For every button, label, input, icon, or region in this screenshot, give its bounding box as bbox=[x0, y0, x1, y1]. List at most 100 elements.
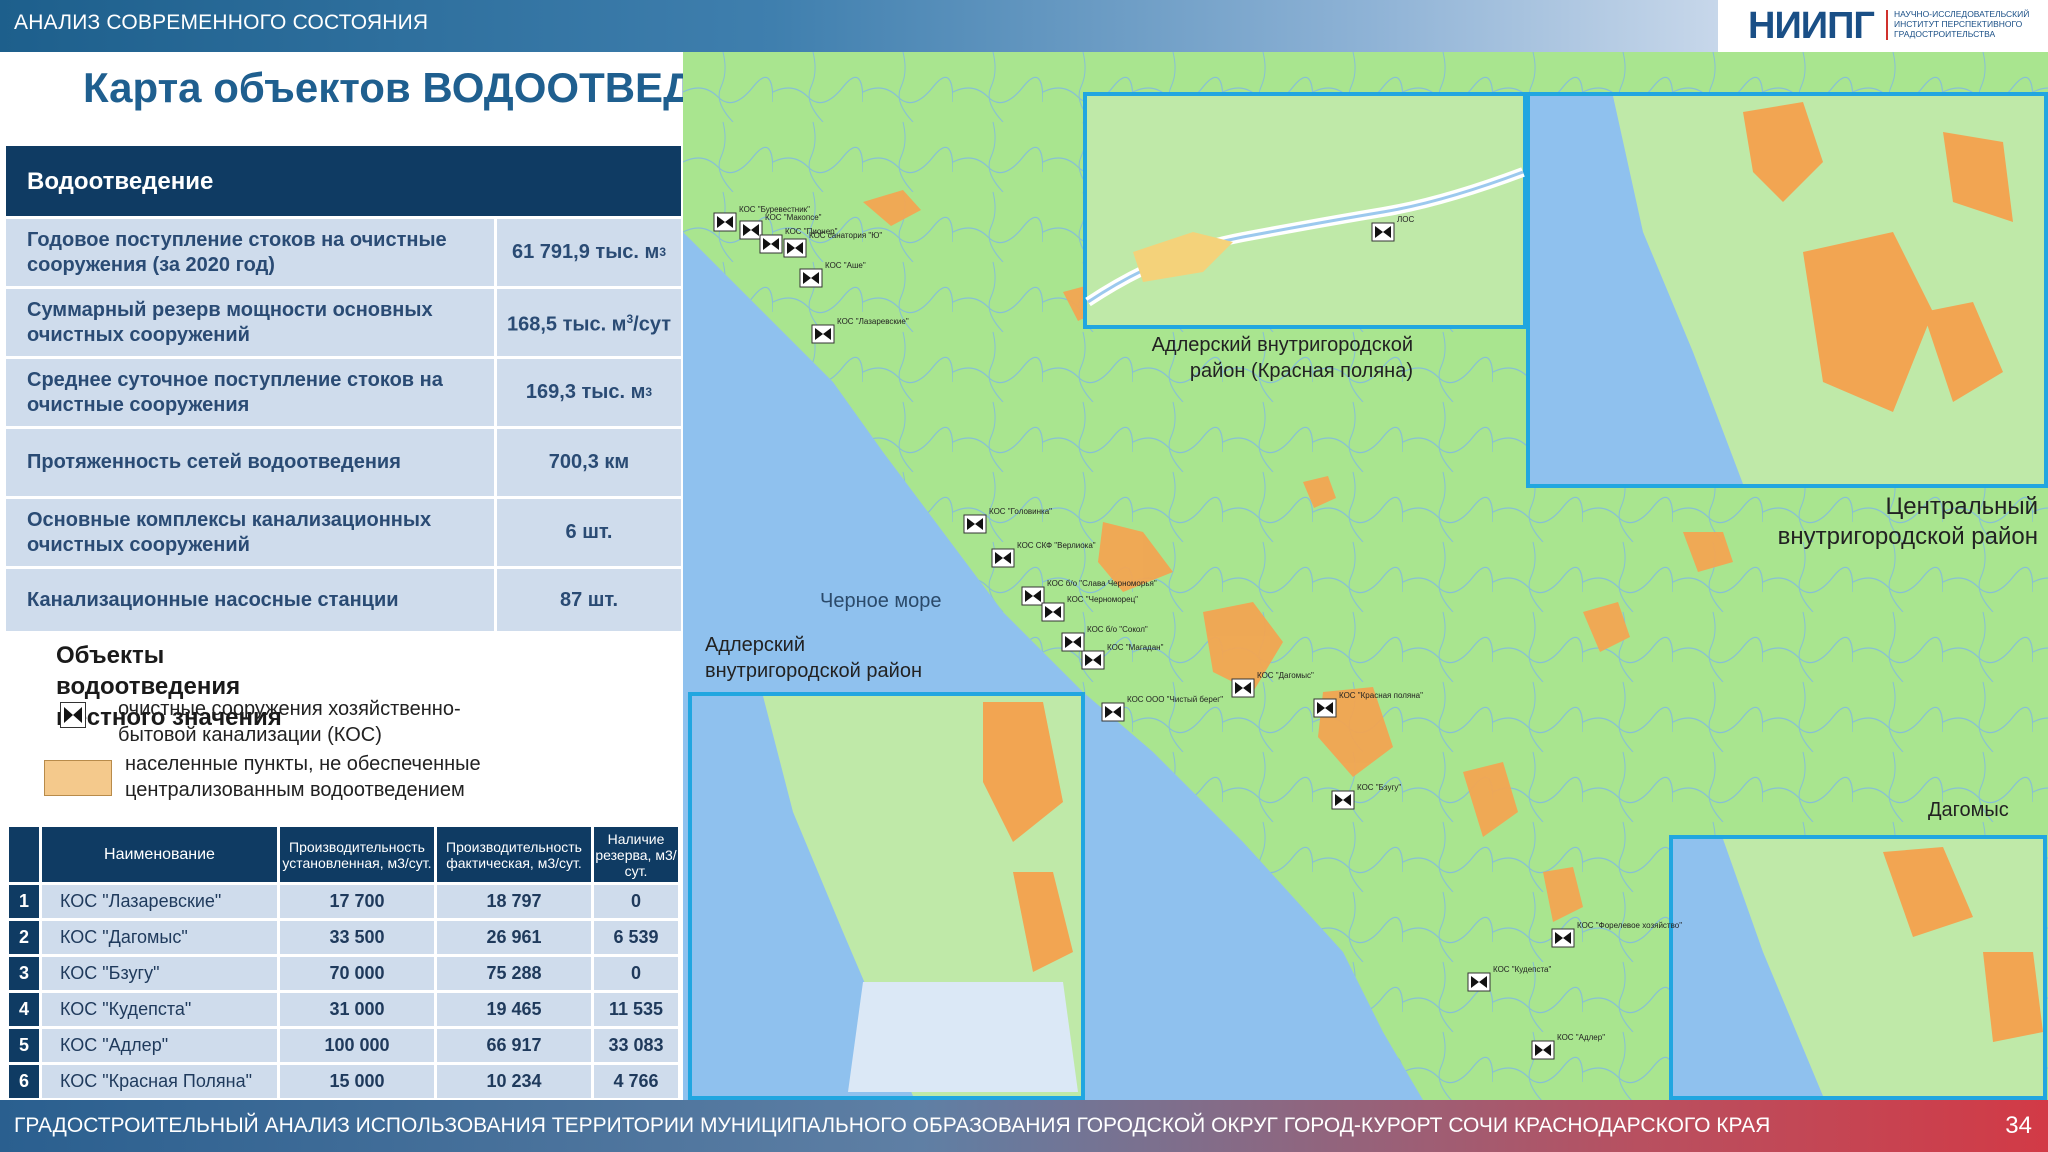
row-actual: 26 961 bbox=[437, 921, 591, 954]
row-reserve: 11 535 bbox=[594, 993, 678, 1026]
summary-row: Основные комплексы канализационных очист… bbox=[6, 499, 681, 566]
summary-value: 168,5 тыс. м3/сут bbox=[497, 289, 681, 356]
table-row: 2 КОС "Дагомыс" 33 500 26 961 6 539 bbox=[9, 921, 678, 954]
summary-label: Среднее суточное поступление стоков на о… bbox=[6, 359, 494, 426]
summary-value: 87 шт. bbox=[497, 569, 681, 631]
table-row: 4 КОС "Кудепста" 31 000 19 465 11 535 bbox=[9, 993, 678, 1026]
row-index: 6 bbox=[9, 1065, 39, 1098]
kos-marker-label: КОС "Форелевое хозяйство" bbox=[1577, 921, 1682, 930]
summary-label: Суммарный резерв мощности основных очист… bbox=[6, 289, 494, 356]
summary-value: 6 шт. bbox=[497, 499, 681, 566]
kos-marker-label: КОС "Макопсе" bbox=[765, 213, 822, 222]
footer-bar: ГРАДОСТРОИТЕЛЬНЫЙ АНАЛИЗ ИСПОЛЬЗОВАНИЯ Т… bbox=[0, 1100, 2048, 1152]
map[interactable]: КОС "Буревестник" КОС "Макопсе" КОС "Пионе… bbox=[683, 52, 2048, 1100]
summary-value: 700,3 км bbox=[497, 429, 681, 496]
table-header-row: Наименование Производительность установл… bbox=[9, 827, 678, 882]
reserve-header: Наличие резерва, м3/сут. bbox=[594, 827, 678, 882]
row-reserve: 4 766 bbox=[594, 1065, 678, 1098]
row-index: 1 bbox=[9, 885, 39, 918]
kos-table: Наименование Производительность установл… bbox=[6, 824, 681, 1101]
region-label-krasnaya-polyana: Адлерский внутригородской район (Красная… bbox=[1151, 334, 1413, 382]
row-name: КОС "Адлер" bbox=[42, 1029, 277, 1062]
kos-marker-label: КОС "Кудепста" bbox=[1493, 965, 1552, 974]
row-installed: 70 000 bbox=[280, 957, 434, 990]
row-installed: 100 000 bbox=[280, 1029, 434, 1062]
summary-label: Канализационные насосные станции bbox=[6, 569, 494, 631]
summary-row: Протяженность сетей водоотведения 700,3 … bbox=[6, 429, 681, 496]
kos-marker-label: КОС санатория "Ю" bbox=[809, 231, 882, 240]
row-index: 4 bbox=[9, 993, 39, 1026]
footer-text: ГРАДОСТРОИТЕЛЬНЫЙ АНАЛИЗ ИСПОЛЬЗОВАНИЯ Т… bbox=[14, 1114, 1771, 1137]
summary-row: Годовое поступление стоков на очистные с… bbox=[6, 219, 681, 286]
logo-separator bbox=[1886, 10, 1888, 40]
region-label-adler: Адлерский внутригородской район bbox=[705, 634, 922, 682]
kos-marker-label: КОС б/о "Сокол" bbox=[1087, 625, 1148, 634]
region-label-dagomys: Дагомыс bbox=[1928, 799, 2009, 821]
row-installed: 33 500 bbox=[280, 921, 434, 954]
kos-marker-label: КОС "Бзугу" bbox=[1357, 783, 1401, 792]
inset-adler bbox=[688, 692, 1085, 1100]
row-index: 5 bbox=[9, 1029, 39, 1062]
row-actual: 66 917 bbox=[437, 1029, 591, 1062]
inset-krasnaya-polyana bbox=[1083, 92, 1527, 329]
row-reserve: 6 539 bbox=[594, 921, 678, 954]
kos-marker-label: КОС "Головинка" bbox=[989, 507, 1052, 516]
row-installed: 17 700 bbox=[280, 885, 434, 918]
kos-marker-label: КОС ООО "Чистый берег" bbox=[1127, 695, 1223, 704]
row-reserve: 0 bbox=[594, 957, 678, 990]
kos-marker-label: КОС "Красная поляна" bbox=[1339, 691, 1423, 700]
table-row: 1 КОС "Лазаревские" 17 700 18 797 0 bbox=[9, 885, 678, 918]
kos-marker-label: КОС "Дагомыс" bbox=[1257, 671, 1314, 680]
actual-header: Производительность фактическая, м3/сут. bbox=[437, 827, 591, 882]
row-installed: 15 000 bbox=[280, 1065, 434, 1098]
kos-symbol-icon bbox=[60, 702, 86, 728]
kos-marker-label: КОС "Аше" bbox=[825, 261, 866, 270]
row-name: КОС "Красная Поляна" bbox=[42, 1065, 277, 1098]
summary-row: Канализационные насосные станции 87 шт. bbox=[6, 569, 681, 631]
summary-label: Годовое поступление стоков на очистные с… bbox=[6, 219, 494, 286]
row-name: КОС "Кудепста" bbox=[42, 993, 277, 1026]
section-title: АНАЛИЗ СОВРЕМЕННОГО СОСТОЯНИЯ bbox=[14, 11, 429, 34]
row-index: 2 bbox=[9, 921, 39, 954]
kos-marker-label: КОС "Магадан" bbox=[1107, 643, 1164, 652]
map-canvas: КОС "Буревестник"КОС "Макопсе"КОС "Пионе… bbox=[683, 52, 2048, 1100]
row-name: КОС "Бзугу" bbox=[42, 957, 277, 990]
row-reserve: 0 bbox=[594, 885, 678, 918]
sea-label: Черное море bbox=[820, 590, 942, 612]
summary-row: Среднее суточное поступление стоков на о… bbox=[6, 359, 681, 426]
table-row: 5 КОС "Адлер" 100 000 66 917 33 083 bbox=[9, 1029, 678, 1062]
kos-marker-label: КОС "Лазаревские" bbox=[837, 317, 909, 326]
row-reserve: 33 083 bbox=[594, 1029, 678, 1062]
kos-marker-label: КОС "Черноморец" bbox=[1067, 595, 1138, 604]
kos-marker-label: КОС б/о "Слава Черноморья" bbox=[1047, 579, 1157, 588]
summary-row: Суммарный резерв мощности основных очист… bbox=[6, 289, 681, 356]
logo-text: НИИПГ bbox=[1748, 5, 1875, 47]
settlement-swatch bbox=[44, 760, 112, 796]
installed-header: Производительность установленная, м3/сут… bbox=[280, 827, 434, 882]
region-label-central: Центральный внутригородской район bbox=[1777, 493, 2038, 550]
header-bar: АНАЛИЗ СОВРЕМЕННОГО СОСТОЯНИЯ bbox=[0, 0, 1718, 52]
name-header: Наименование bbox=[42, 827, 277, 882]
row-actual: 75 288 bbox=[437, 957, 591, 990]
summary-value: 61 791,9 тыс. м3 bbox=[497, 219, 681, 286]
table-row: 6 КОС "Красная Поляна" 15 000 10 234 4 766 bbox=[9, 1065, 678, 1098]
legend-settlements-label: населенные пункты, не обеспеченные центр… bbox=[125, 753, 481, 801]
table-row: 3 КОС "Бзугу" 70 000 75 288 0 bbox=[9, 957, 678, 990]
row-name: КОС "Дагомыс" bbox=[42, 921, 277, 954]
legend-kos-label: очистные сооружения хозяйственно-бытовой… bbox=[118, 698, 461, 746]
row-actual: 19 465 bbox=[437, 993, 591, 1026]
summary-heading: Водоотведение bbox=[6, 146, 681, 216]
row-actual: 18 797 bbox=[437, 885, 591, 918]
logo: НИИПГ НАУЧНО-ИССЛЕДОВАТЕЛЬСКИЙ ИНСТИТУТ … bbox=[1718, 0, 2048, 52]
summary-value: 169,3 тыс. м3 bbox=[497, 359, 681, 426]
row-index: 3 bbox=[9, 957, 39, 990]
row-name: КОС "Лазаревские" bbox=[42, 885, 277, 918]
index-header bbox=[9, 827, 39, 882]
summary-label: Протяженность сетей водоотведения bbox=[6, 429, 494, 496]
kos-marker-label: КОС "Адлер" bbox=[1557, 1033, 1605, 1042]
page-number: 34 bbox=[2005, 1112, 2032, 1139]
row-actual: 10 234 bbox=[437, 1065, 591, 1098]
inset-dagomys bbox=[1669, 835, 2047, 1100]
inset-central bbox=[1526, 92, 2048, 488]
kos-marker-label: ЛОС bbox=[1397, 215, 1414, 224]
